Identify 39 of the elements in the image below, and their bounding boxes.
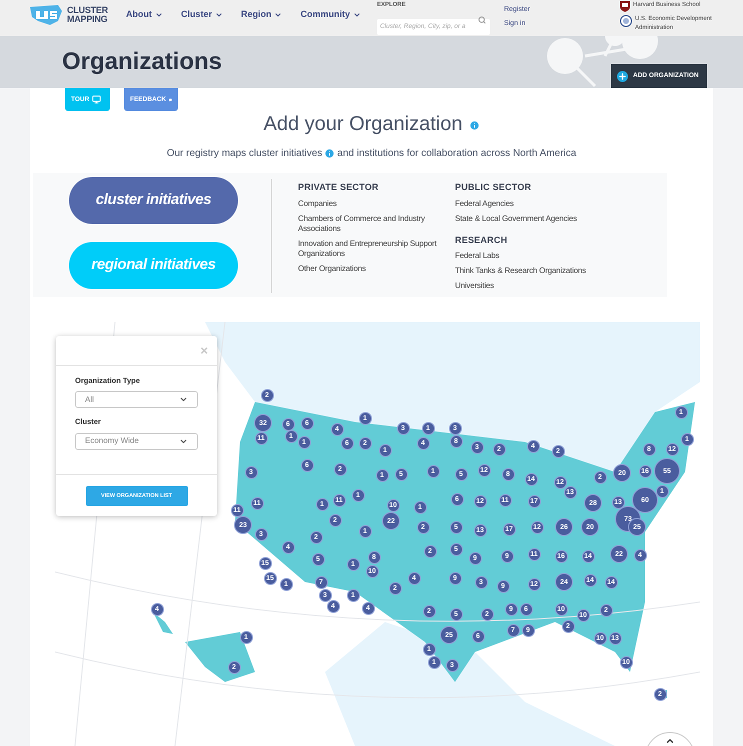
subtitle-text: and institutions for collaboration across North America xyxy=(337,147,576,161)
nav-menu-item[interactable]: Cluster xyxy=(180,8,223,22)
seal-icon xyxy=(620,15,632,27)
dropdown-field[interactable]: Economy Wide xyxy=(75,432,198,450)
logo-text: CLUSTER xyxy=(67,6,108,15)
sector-link[interactable]: Universities xyxy=(455,281,600,291)
search-icon xyxy=(478,16,486,24)
sector-link[interactable]: Chambers of Commerce and Industry Associations xyxy=(298,214,443,234)
page-title: Organizations xyxy=(62,47,222,77)
initiative-button[interactable]: cluster initiatives xyxy=(69,177,238,224)
nav-menu-item[interactable]: Region xyxy=(240,8,282,22)
chevron-up-icon xyxy=(665,736,675,746)
dropdown-field[interactable]: All xyxy=(75,391,198,408)
sector-link[interactable]: Federal Agencies xyxy=(455,198,600,208)
sector-link[interactable]: State & Local Government Agencies xyxy=(455,214,600,224)
info-icon[interactable] xyxy=(468,120,480,131)
monitor-icon xyxy=(92,95,102,104)
caret-icon xyxy=(352,10,361,19)
sector-link[interactable]: Innovation and Entrepreneurship Support Organizations xyxy=(298,238,443,258)
caret-icon xyxy=(214,10,223,19)
nav-menu-item[interactable]: Community xyxy=(300,8,361,22)
nav-menu-item[interactable]: About xyxy=(126,8,163,22)
sector-link[interactable]: Companies xyxy=(298,198,443,208)
shield-icon xyxy=(620,1,630,12)
sector-link[interactable]: Federal Labs xyxy=(455,251,600,261)
map-logo-icon xyxy=(28,3,64,27)
sector-heading: RESEARCH xyxy=(455,234,508,246)
caret-icon xyxy=(274,10,282,19)
section-heading: Add your Organization xyxy=(263,112,462,137)
speech-bubble-icon xyxy=(169,96,172,104)
logo-text: MAPPING xyxy=(67,15,108,24)
sector-link[interactable]: Think Tanks & Research Organizations xyxy=(455,266,600,276)
info-icon[interactable] xyxy=(324,148,336,159)
sector-heading: PUBLIC SECTOR xyxy=(455,181,532,194)
sector-heading: PRIVATE SECTOR xyxy=(298,181,380,194)
sector-link[interactable]: Other Organizations xyxy=(298,264,443,274)
plus-icon xyxy=(617,70,628,82)
subtitle-text: Our registry maps cluster initiatives xyxy=(166,147,322,161)
caret-icon xyxy=(154,10,163,19)
